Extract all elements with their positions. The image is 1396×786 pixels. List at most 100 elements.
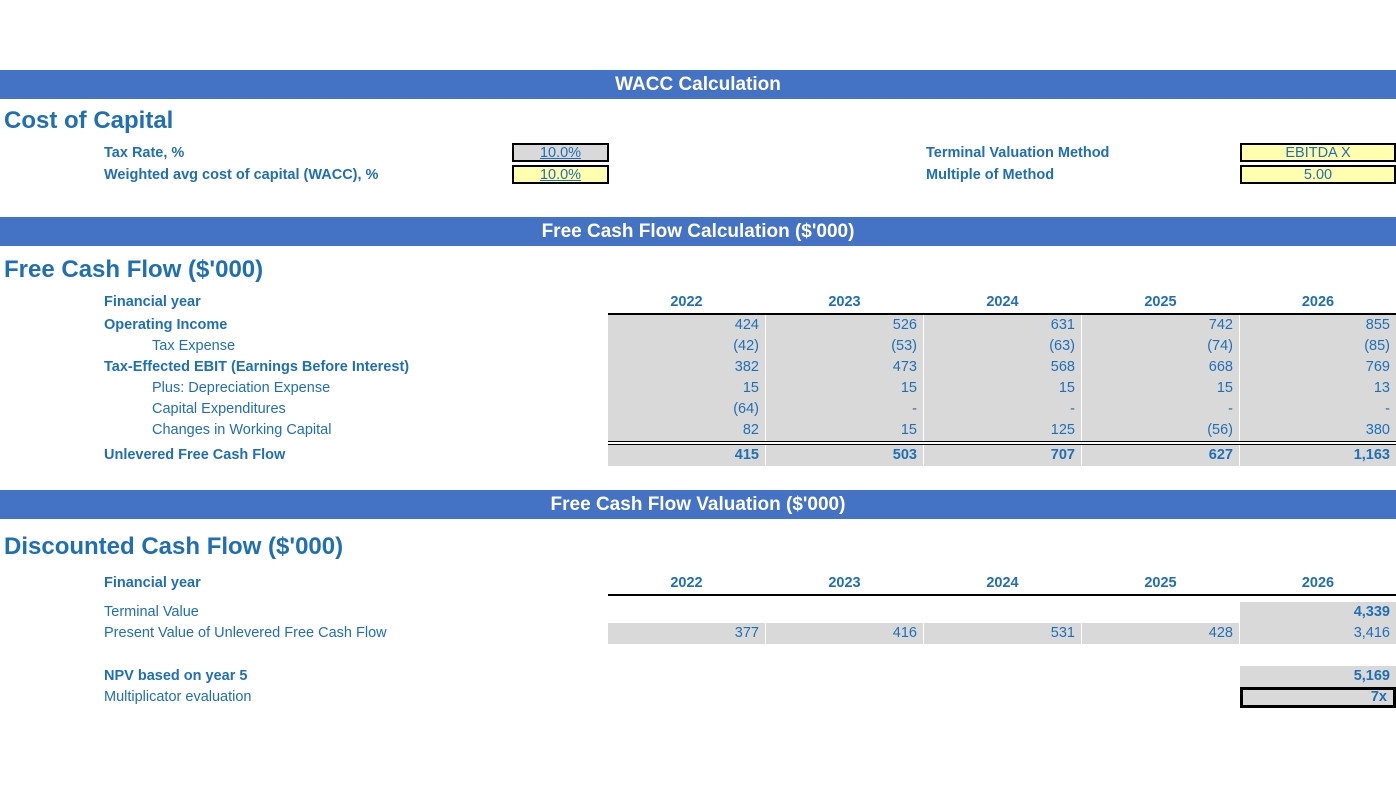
tax-rate-value-cell[interactable]: 10.0% bbox=[512, 143, 609, 162]
data-cell[interactable] bbox=[924, 602, 1081, 623]
data-cell[interactable]: 3,416 bbox=[1240, 623, 1396, 644]
data-cell[interactable]: 531 bbox=[924, 623, 1081, 644]
column-header-year: 2024 bbox=[986, 294, 1019, 310]
total-row-label: Unlevered Free Cash Flow bbox=[104, 447, 286, 463]
data-cell[interactable] bbox=[766, 602, 923, 623]
multiplicator-row: Multiplicator evaluation 7x bbox=[0, 687, 1396, 708]
terminal-valuation-method-label: Terminal Valuation Method bbox=[926, 145, 1110, 161]
wacc-calculation-section-bar: WACC Calculation bbox=[0, 70, 1396, 99]
data-cell bbox=[608, 687, 765, 708]
row-label: Tax-Effected EBIT (Earnings Before Inter… bbox=[104, 359, 410, 375]
free-cash-flow-valuation-section-bar: Free Cash Flow Valuation ($'000) bbox=[0, 490, 1396, 519]
data-cell[interactable]: 526 bbox=[766, 315, 923, 336]
data-cell bbox=[608, 666, 765, 687]
multiple-of-method-label: Multiple of Method bbox=[926, 167, 1055, 183]
table-row: Changes in Working Capital 82 15 125 (56… bbox=[0, 420, 1396, 441]
data-cell[interactable]: 568 bbox=[924, 357, 1081, 378]
column-header-year: 2023 bbox=[828, 575, 861, 591]
data-cell[interactable]: 377 bbox=[608, 623, 765, 644]
data-cell[interactable]: - bbox=[1082, 399, 1239, 420]
free-cash-flow-title: Free Cash Flow ($'000) bbox=[4, 256, 264, 283]
column-header-year: 2022 bbox=[670, 294, 703, 310]
data-cell bbox=[924, 666, 1081, 687]
tax-rate-label: Tax Rate, % bbox=[104, 145, 185, 161]
data-cell[interactable]: 424 bbox=[608, 315, 765, 336]
free-cash-flow-table: Financial year 2022 2023 2024 2025 2026 … bbox=[0, 292, 1396, 466]
financial-year-label: Financial year bbox=[104, 294, 201, 310]
row-spacer bbox=[0, 644, 1396, 666]
data-cell[interactable]: (85) bbox=[1240, 336, 1396, 357]
tax-rate-value: 10.0% bbox=[539, 145, 582, 161]
data-cell[interactable] bbox=[608, 602, 765, 623]
data-cell[interactable]: (56) bbox=[1082, 420, 1239, 441]
row-label: Tax Expense bbox=[152, 338, 236, 354]
total-cell[interactable]: 1,163 bbox=[1240, 445, 1396, 466]
data-cell[interactable]: 15 bbox=[1082, 378, 1239, 399]
column-header-year: 2025 bbox=[1144, 575, 1177, 591]
data-cell[interactable]: (64) bbox=[608, 399, 765, 420]
data-cell[interactable]: (63) bbox=[924, 336, 1081, 357]
data-cell[interactable]: 380 bbox=[1240, 420, 1396, 441]
data-cell[interactable]: 631 bbox=[924, 315, 1081, 336]
npv-label: NPV based on year 5 bbox=[104, 668, 248, 684]
row-label: Plus: Depreciation Expense bbox=[152, 380, 331, 396]
data-cell[interactable]: 382 bbox=[608, 357, 765, 378]
data-cell[interactable]: 15 bbox=[766, 378, 923, 399]
cost-of-capital-block: Tax Rate, % 10.0% Weighted avg cost of c… bbox=[0, 143, 1396, 217]
total-cell[interactable]: 627 bbox=[1082, 445, 1239, 466]
data-cell bbox=[766, 666, 923, 687]
table-row: Tax-Effected EBIT (Earnings Before Inter… bbox=[0, 357, 1396, 378]
data-cell[interactable]: 15 bbox=[608, 378, 765, 399]
cost-of-capital-title: Cost of Capital bbox=[4, 107, 174, 134]
data-cell[interactable]: (53) bbox=[766, 336, 923, 357]
data-cell[interactable]: - bbox=[766, 399, 923, 420]
data-cell[interactable]: 855 bbox=[1240, 315, 1396, 336]
data-cell[interactable]: 125 bbox=[924, 420, 1081, 441]
data-cell[interactable]: 13 bbox=[1240, 378, 1396, 399]
data-cell[interactable]: (42) bbox=[608, 336, 765, 357]
table-header-row: Financial year 2022 2023 2024 2025 2026 bbox=[0, 292, 1396, 313]
data-cell[interactable]: (74) bbox=[1082, 336, 1239, 357]
row-label: Present Value of Unlevered Free Cash Flo… bbox=[104, 625, 387, 641]
npv-row: NPV based on year 5 5,169 bbox=[0, 666, 1396, 687]
npv-value-cell[interactable]: 5,169 bbox=[1240, 666, 1396, 687]
data-cell[interactable]: 428 bbox=[1082, 623, 1239, 644]
multiple-of-method-value: 5.00 bbox=[1303, 167, 1333, 183]
multiplicator-label: Multiplicator evaluation bbox=[104, 689, 252, 705]
table-header-row: Financial year 2022 2023 2024 2025 2026 bbox=[0, 573, 1396, 594]
table-row: Plus: Depreciation Expense 15 15 15 15 1… bbox=[0, 378, 1396, 399]
table-row: Terminal Value 4,339 bbox=[0, 602, 1396, 623]
data-cell[interactable]: - bbox=[924, 399, 1081, 420]
table-row: Tax Expense (42) (53) (63) (74) (85) bbox=[0, 336, 1396, 357]
terminal-valuation-method-cell[interactable]: EBITDA X bbox=[1240, 143, 1396, 162]
data-cell[interactable]: 769 bbox=[1240, 357, 1396, 378]
data-cell[interactable]: - bbox=[1240, 399, 1396, 420]
total-cell[interactable]: 707 bbox=[924, 445, 1081, 466]
column-header-year: 2024 bbox=[986, 575, 1019, 591]
data-cell[interactable]: 82 bbox=[608, 420, 765, 441]
data-cell[interactable] bbox=[1082, 602, 1239, 623]
total-cell[interactable]: 415 bbox=[608, 445, 765, 466]
row-label: Terminal Value bbox=[104, 604, 199, 620]
financial-year-label: Financial year bbox=[104, 575, 201, 591]
column-header-year: 2022 bbox=[670, 575, 703, 591]
data-cell bbox=[766, 687, 923, 708]
multiple-of-method-cell[interactable]: 5.00 bbox=[1240, 165, 1396, 184]
table-row: Capital Expenditures (64) - - - - bbox=[0, 399, 1396, 420]
data-cell[interactable]: 4,339 bbox=[1240, 602, 1396, 623]
wacc-value-cell[interactable]: 10.0% bbox=[512, 165, 609, 184]
discounted-cash-flow-title: Discounted Cash Flow ($'000) bbox=[4, 533, 344, 560]
multiplicator-value-cell[interactable]: 7x bbox=[1240, 687, 1396, 708]
data-cell[interactable]: 473 bbox=[766, 357, 923, 378]
row-label: Changes in Working Capital bbox=[152, 422, 332, 438]
data-cell[interactable]: 416 bbox=[766, 623, 923, 644]
data-cell bbox=[924, 687, 1081, 708]
wacc-label: Weighted avg cost of capital (WACC), % bbox=[104, 167, 379, 183]
column-header-year: 2025 bbox=[1144, 294, 1177, 310]
data-cell[interactable]: 15 bbox=[766, 420, 923, 441]
data-cell bbox=[1082, 687, 1239, 708]
data-cell[interactable]: 15 bbox=[924, 378, 1081, 399]
total-cell[interactable]: 503 bbox=[766, 445, 923, 466]
data-cell[interactable]: 668 bbox=[1082, 357, 1239, 378]
data-cell[interactable]: 742 bbox=[1082, 315, 1239, 336]
